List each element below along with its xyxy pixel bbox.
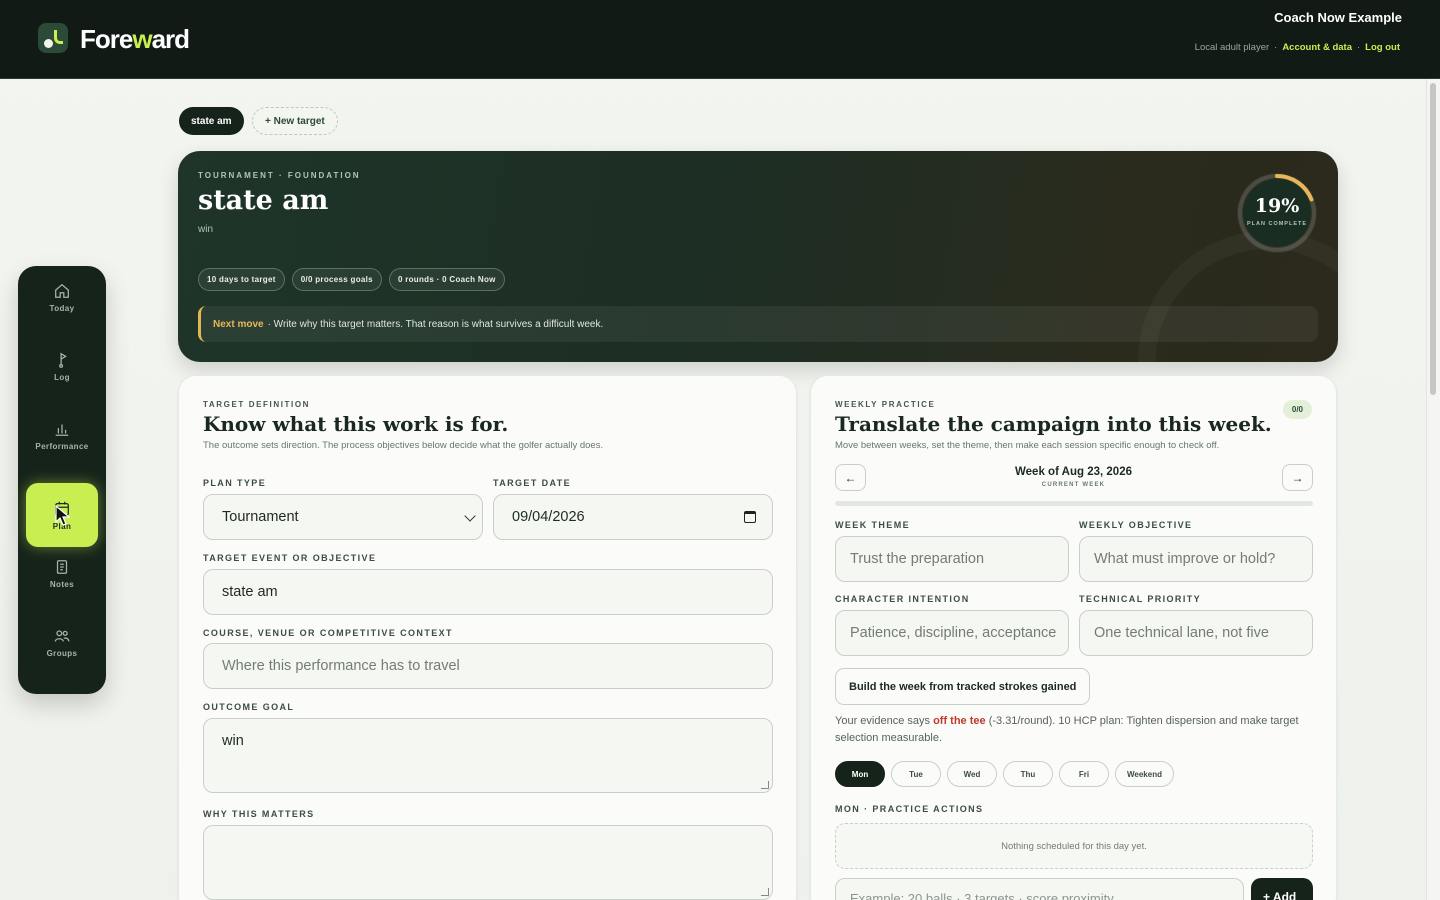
evidence-text: Your evidence says off the tee (-3.31/ro… bbox=[835, 713, 1315, 747]
plan-type-value: Tournament bbox=[222, 509, 299, 525]
target-event-input[interactable]: state am bbox=[203, 569, 773, 615]
week-theme-input[interactable]: Trust the preparation bbox=[835, 536, 1069, 582]
target-hero-card: TOURNAMENT · FOUNDATION state am win 10 … bbox=[178, 151, 1338, 362]
nav-label: Notes bbox=[49, 579, 75, 589]
new-target-button[interactable]: + New target bbox=[252, 107, 338, 135]
separator: · bbox=[1274, 42, 1278, 53]
nav-label: Log bbox=[54, 372, 70, 382]
resize-handle-icon[interactable] bbox=[761, 888, 769, 896]
logo-icon bbox=[38, 23, 68, 53]
nav-item-performance[interactable]: Performance bbox=[26, 404, 98, 466]
outcome-value: win bbox=[222, 733, 244, 749]
document-icon bbox=[56, 559, 68, 574]
why-label: WHY THIS MATTERS bbox=[203, 809, 315, 819]
plan-type-select[interactable]: Tournament bbox=[203, 494, 483, 540]
home-icon bbox=[55, 283, 69, 298]
outcome-goal-textarea[interactable]: win bbox=[203, 718, 773, 793]
account-data-link[interactable]: Account & data bbox=[1282, 42, 1352, 53]
nav-item-notes[interactable]: Notes bbox=[26, 542, 98, 604]
practice-action-input[interactable]: Example: 20 balls · 3 targets · score pr… bbox=[835, 878, 1244, 900]
chevron-down-icon bbox=[464, 510, 476, 522]
side-navigation: Today Log Performance Plan Notes Groups bbox=[18, 266, 106, 694]
mouse-cursor-icon bbox=[55, 505, 71, 526]
calendar-picker-icon[interactable] bbox=[744, 511, 756, 523]
day-tab-mon[interactable]: Mon bbox=[835, 761, 885, 787]
character-label: CHARACTER INTENTION bbox=[835, 594, 970, 604]
resize-handle-icon[interactable] bbox=[761, 781, 769, 789]
nav-item-log[interactable]: Log bbox=[26, 335, 98, 397]
next-move-text: · Write why this target matters. That re… bbox=[267, 318, 604, 330]
plan-type-label: PLAN TYPE bbox=[203, 478, 267, 488]
day-tab-weekend[interactable]: Weekend bbox=[1115, 761, 1174, 787]
target-date-value: 09/04/2026 bbox=[512, 509, 585, 525]
people-icon bbox=[54, 629, 70, 642]
actions-count-badge: 0/0 bbox=[1282, 400, 1312, 419]
evidence-pre: Your evidence says bbox=[835, 715, 930, 727]
technical-label: TECHNICAL PRIORITY bbox=[1079, 594, 1202, 604]
account-meta: Local adult player · Account & data · Lo… bbox=[1195, 42, 1400, 53]
nav-item-today[interactable]: Today bbox=[26, 266, 98, 328]
plan-progress-label: PLAN COMPLETE bbox=[1246, 221, 1308, 227]
hero-title: state am bbox=[198, 185, 329, 216]
venue-label: COURSE, VENUE OR COMPETITIVE CONTEXT bbox=[203, 628, 453, 638]
day-tab-tue[interactable]: Tue bbox=[891, 761, 941, 787]
logout-link[interactable]: Log out bbox=[1365, 42, 1400, 53]
theme-label: WEEK THEME bbox=[835, 520, 911, 530]
card-description: The outcome sets direction. The process … bbox=[203, 440, 604, 451]
days-to-target-pill: 10 days to target bbox=[198, 268, 285, 291]
card-kicker: TARGET DEFINITION bbox=[203, 400, 311, 409]
empty-actions-placeholder: Nothing scheduled for this day yet. bbox=[835, 823, 1313, 869]
next-move-label: Next move bbox=[213, 318, 264, 330]
plan-progress-value: 19% bbox=[1254, 195, 1300, 217]
actions-label: MON · PRACTICE ACTIONS bbox=[835, 804, 984, 814]
player-role: Local adult player bbox=[1194, 42, 1270, 53]
brand-logo[interactable]: Foreward bbox=[80, 24, 190, 55]
event-label: TARGET EVENT OR OBJECTIVE bbox=[203, 553, 377, 563]
next-week-button[interactable]: → bbox=[1282, 464, 1313, 491]
card-title: Know what this work is for. bbox=[203, 412, 509, 436]
hero-kicker: TOURNAMENT · FOUNDATION bbox=[198, 171, 361, 180]
weekly-objective-input[interactable]: What must improve or hold? bbox=[1079, 536, 1313, 582]
card-kicker: WEEKLY PRACTICE bbox=[835, 400, 936, 409]
week-progress-bar bbox=[835, 501, 1313, 506]
evidence-highlight: off the tee bbox=[933, 715, 986, 727]
arrow-right-icon: → bbox=[1291, 470, 1304, 485]
why-matters-textarea[interactable] bbox=[203, 825, 773, 900]
scrollbar-thumb[interactable] bbox=[1430, 83, 1436, 395]
rounds-pill: 0 rounds · 0 Coach Now bbox=[388, 268, 505, 291]
week-subtitle: CURRENT WEEK bbox=[1041, 482, 1106, 488]
card-description: Move between weeks, set the theme, then … bbox=[835, 440, 1220, 451]
process-goals-pill: 0/0 process goals bbox=[291, 268, 382, 291]
week-title: Week of Aug 23, 2026 bbox=[1015, 466, 1132, 478]
target-date-input[interactable]: 09/04/2026 bbox=[493, 494, 773, 540]
nav-label: Groups bbox=[46, 648, 78, 658]
top-header: Foreward Coach Now Example Local adult p… bbox=[0, 0, 1440, 79]
technical-priority-input[interactable]: One technical lane, not five bbox=[1079, 610, 1313, 656]
target-definition-card: TARGET DEFINITION Know what this work is… bbox=[178, 375, 797, 900]
nav-item-groups[interactable]: Groups bbox=[26, 611, 98, 673]
nav-label: Performance bbox=[35, 441, 89, 451]
day-selector: Mon Tue Wed Thu Fri Weekend bbox=[835, 761, 1174, 787]
next-move-banner: Next move · Write why this target matter… bbox=[198, 306, 1318, 342]
hero-stats: 10 days to target 0/0 process goals 0 ro… bbox=[198, 268, 505, 291]
day-tab-wed[interactable]: Wed bbox=[947, 761, 997, 787]
separator: · bbox=[1357, 42, 1361, 53]
target-chip-active[interactable]: state am bbox=[179, 107, 244, 135]
nav-label: Today bbox=[49, 303, 75, 313]
add-action-button[interactable]: + Add bbox=[1251, 878, 1313, 900]
bar-chart-icon bbox=[55, 424, 69, 436]
card-title: Translate the campaign into this week. bbox=[835, 412, 1272, 436]
account-name: Coach Now Example bbox=[1274, 10, 1402, 25]
objective-label: WEEKLY OBJECTIVE bbox=[1079, 520, 1193, 530]
hero-subtitle: win bbox=[198, 224, 214, 235]
character-intention-input[interactable]: Patience, discipline, acceptance bbox=[835, 610, 1069, 656]
outcome-label: OUTCOME GOAL bbox=[203, 702, 295, 712]
day-tab-fri[interactable]: Fri bbox=[1059, 761, 1109, 787]
weekly-practice-card: WEEKLY PRACTICE Translate the campaign i… bbox=[810, 375, 1337, 900]
day-tab-thu[interactable]: Thu bbox=[1003, 761, 1053, 787]
flag-icon bbox=[59, 352, 67, 368]
venue-input[interactable]: Where this performance has to travel bbox=[203, 643, 773, 689]
build-week-button[interactable]: Build the week from tracked strokes gain… bbox=[835, 668, 1091, 705]
target-date-label: TARGET DATE bbox=[493, 478, 572, 488]
